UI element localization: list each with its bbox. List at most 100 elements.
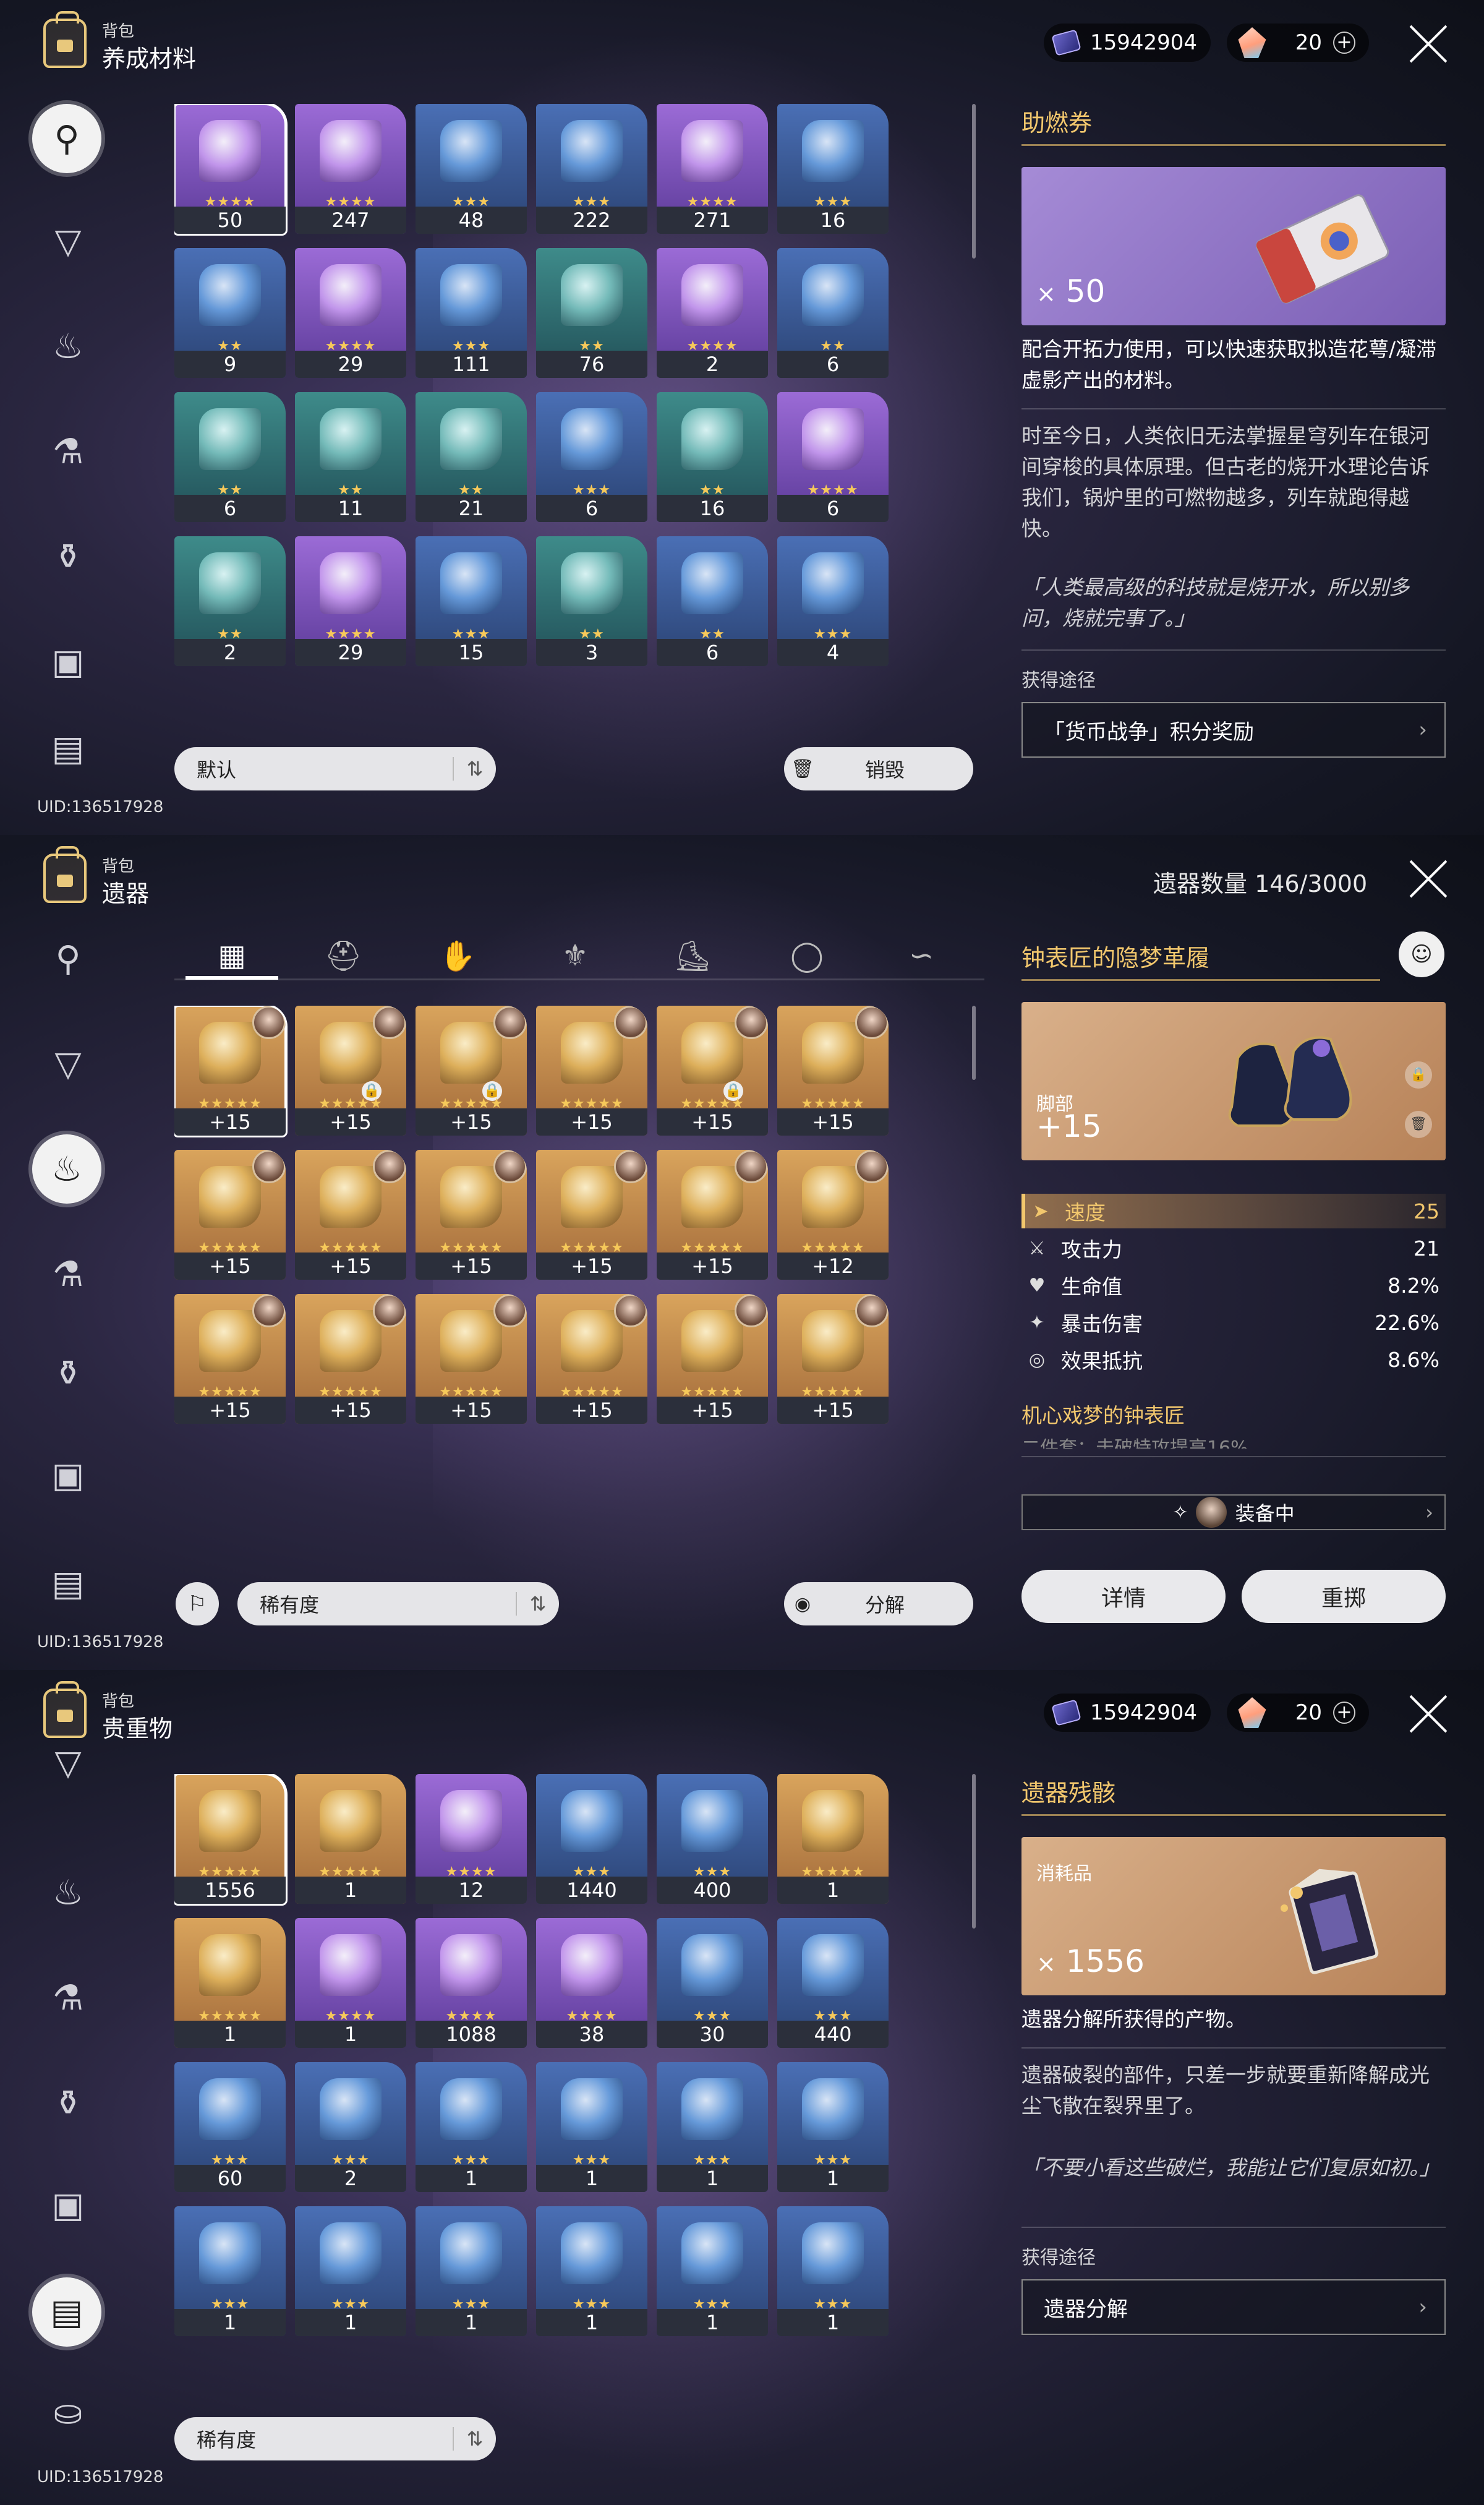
item-slot[interactable]: ★★★★★ +15 xyxy=(657,1150,768,1280)
tab-feet-icon[interactable]: ⛸ xyxy=(655,934,730,977)
item-slot[interactable]: ★★★★★ 1 xyxy=(174,1918,286,2048)
item-slot[interactable]: ★★★ 111 xyxy=(416,248,527,378)
scrollbar[interactable] xyxy=(972,1006,976,1080)
item-slot[interactable]: ★★★★ 271 xyxy=(657,104,768,234)
item-slot[interactable]: ★★★★★ +15 xyxy=(536,1006,647,1136)
item-slot[interactable]: ★★ 16 xyxy=(657,392,768,522)
sidebar-valuables-icon[interactable]: ▤ xyxy=(37,730,99,767)
sidebar-valuables-icon[interactable]: ▤ xyxy=(32,2277,101,2347)
close-icon[interactable] xyxy=(1407,22,1450,66)
item-slot[interactable]: ★★★ 1 xyxy=(416,2062,527,2192)
sort-dropdown[interactable]: 默认 ⇅ xyxy=(174,747,496,790)
item-slot[interactable]: ★★★ 2 xyxy=(295,2062,406,2192)
item-slot[interactable]: ★★★ 1 xyxy=(657,2062,768,2192)
tab-all-icon[interactable]: ▦ xyxy=(195,934,269,977)
sidebar-mission-icon[interactable]: ▣ xyxy=(37,2174,99,2236)
source-link[interactable]: 「货币战争」积分奖励 › xyxy=(1021,702,1446,758)
item-slot[interactable]: ★★ 6 xyxy=(777,248,889,378)
destroy-button[interactable]: 🗑 销毁 xyxy=(784,747,973,790)
tab-body-icon[interactable]: ⚜ xyxy=(538,934,612,977)
item-slot[interactable]: ★★★ 1 xyxy=(295,2206,406,2336)
item-slot[interactable]: ★★★★ 12 xyxy=(416,1774,527,1904)
item-slot[interactable]: ★★★ 1 xyxy=(536,2206,647,2336)
sidebar-consumable-icon[interactable]: ⚗ xyxy=(37,421,99,482)
tab-head-icon[interactable]: ⛑ xyxy=(306,934,380,977)
item-slot[interactable]: ★★★★★ +15 xyxy=(536,1294,647,1424)
item-slot[interactable]: ★★★★★ 1 xyxy=(777,1774,889,1904)
item-slot[interactable]: ★★ 6 xyxy=(174,392,286,522)
item-slot[interactable]: ★★★ 1440 xyxy=(536,1774,647,1904)
discard-icon[interactable]: 🗑 xyxy=(1405,1111,1432,1138)
sidebar-materials-icon[interactable]: ⚲ xyxy=(37,928,99,990)
sidebar-relic-icon[interactable]: ♨ xyxy=(37,1862,99,1924)
item-slot[interactable]: ★★★ 1 xyxy=(777,2206,889,2336)
item-slot[interactable]: ★★★ 440 xyxy=(777,1918,889,2048)
character-avatar[interactable]: ☺ xyxy=(1399,931,1444,977)
item-slot[interactable]: ★★★ 400 xyxy=(657,1774,768,1904)
item-slot[interactable]: ★★★ 6 xyxy=(536,392,647,522)
item-slot[interactable]: ★★★★ 38 xyxy=(536,1918,647,2048)
item-slot[interactable]: ★★★★★ +15 xyxy=(295,1294,406,1424)
sidebar-lightcone-icon[interactable]: ▽ xyxy=(37,1744,99,1781)
item-slot[interactable]: ★★★★★ +15 xyxy=(777,1294,889,1424)
item-slot[interactable]: ★★★ 222 xyxy=(536,104,647,234)
tab-hands-icon[interactable]: ✋ xyxy=(420,934,495,977)
item-slot[interactable]: ★★★ 1 xyxy=(174,2206,286,2336)
item-slot[interactable]: ★★ 76 xyxy=(536,248,647,378)
item-slot[interactable]: ★★★★★ +15 xyxy=(174,1150,286,1280)
item-slot[interactable]: ★★★★★ 1 xyxy=(295,1774,406,1904)
item-slot[interactable]: ★★ 21 xyxy=(416,392,527,522)
filter-icon[interactable]: ⚐ xyxy=(176,1582,219,1625)
item-slot[interactable]: ★★★★★ +15 xyxy=(657,1294,768,1424)
add-currency-button[interactable]: + xyxy=(1333,1702,1355,1724)
sidebar-mission-icon[interactable]: ▣ xyxy=(37,1444,99,1506)
item-slot[interactable]: ★★★★ 1088 xyxy=(416,1918,527,2048)
close-icon[interactable] xyxy=(1407,857,1450,901)
add-currency-button[interactable]: + xyxy=(1333,32,1355,54)
item-slot[interactable]: ★★★★ 247 xyxy=(295,104,406,234)
sidebar-relic-icon[interactable]: ♨ xyxy=(32,1134,101,1204)
sidebar-lightcone-icon[interactable]: ▽ xyxy=(37,210,99,272)
sidebar-relic-icon[interactable]: ♨ xyxy=(37,315,99,377)
item-slot[interactable]: ★★★ 4 xyxy=(777,536,889,666)
item-slot[interactable]: ★★★ 1 xyxy=(657,2206,768,2336)
item-slot[interactable]: ★★★ 1 xyxy=(416,2206,527,2336)
reroll-button[interactable]: 重掷 xyxy=(1242,1570,1446,1623)
item-slot[interactable]: 🔒 ★★★★★ +15 xyxy=(416,1006,527,1136)
item-slot[interactable]: 🔒 ★★★★★ +15 xyxy=(657,1006,768,1136)
sort-order-icon[interactable]: ⇅ xyxy=(453,757,496,781)
sidebar-consumable-icon[interactable]: ⚗ xyxy=(37,1967,99,2029)
sidebar-flask-icon[interactable]: ⚱ xyxy=(37,526,99,588)
item-slot[interactable]: ★★★★★ 1556 xyxy=(174,1774,288,1906)
details-button[interactable]: 详情 xyxy=(1021,1570,1226,1623)
item-slot[interactable]: ★★★★★ +15 xyxy=(174,1294,286,1424)
item-slot[interactable]: ★★ 2 xyxy=(174,536,286,666)
tab-rope-icon[interactable]: ∽ xyxy=(884,934,958,977)
item-slot[interactable]: ★★★★★ +15 xyxy=(777,1006,889,1136)
item-slot[interactable]: ★★ 11 xyxy=(295,392,406,522)
salvage-button[interactable]: ◉ 分解 xyxy=(784,1582,973,1625)
item-slot[interactable]: ★★★ 60 xyxy=(174,2062,286,2192)
item-slot[interactable]: ★★★★ 2 xyxy=(657,248,768,378)
lock-icon[interactable]: 🔒 xyxy=(1405,1061,1432,1089)
item-slot[interactable]: ★★ 3 xyxy=(536,536,647,666)
item-slot[interactable]: ★★★★ 6 xyxy=(777,392,889,522)
item-slot[interactable]: ★★★★★ +15 xyxy=(174,1006,288,1137)
item-slot[interactable]: ★★★ 15 xyxy=(416,536,527,666)
item-slot[interactable]: ★★ 9 xyxy=(174,248,286,378)
item-slot[interactable]: ★★ 6 xyxy=(657,536,768,666)
sidebar-other-icon[interactable]: ⛀ xyxy=(37,2381,99,2443)
source-link[interactable]: 遗器分解 › xyxy=(1021,2279,1446,2335)
sidebar-valuables-icon[interactable]: ▤ xyxy=(37,1565,99,1602)
sidebar-flask-icon[interactable]: ⚱ xyxy=(37,2072,99,2134)
sort-dropdown[interactable]: 稀有度 ⇅ xyxy=(174,2417,496,2460)
scrollbar[interactable] xyxy=(972,104,976,259)
item-slot[interactable]: ★★★★ 29 xyxy=(295,536,406,666)
item-slot[interactable]: ★★★ 1 xyxy=(777,2062,889,2192)
sort-order-icon[interactable]: ⇅ xyxy=(453,2427,496,2451)
rarity-sort-dropdown[interactable]: 稀有度 ⇅ xyxy=(237,1582,559,1625)
close-icon[interactable] xyxy=(1407,1692,1450,1736)
item-slot[interactable]: ★★★ 30 xyxy=(657,1918,768,2048)
item-slot[interactable]: ★★★★★ +15 xyxy=(416,1150,527,1280)
item-slot[interactable]: ★★★ 48 xyxy=(416,104,527,234)
